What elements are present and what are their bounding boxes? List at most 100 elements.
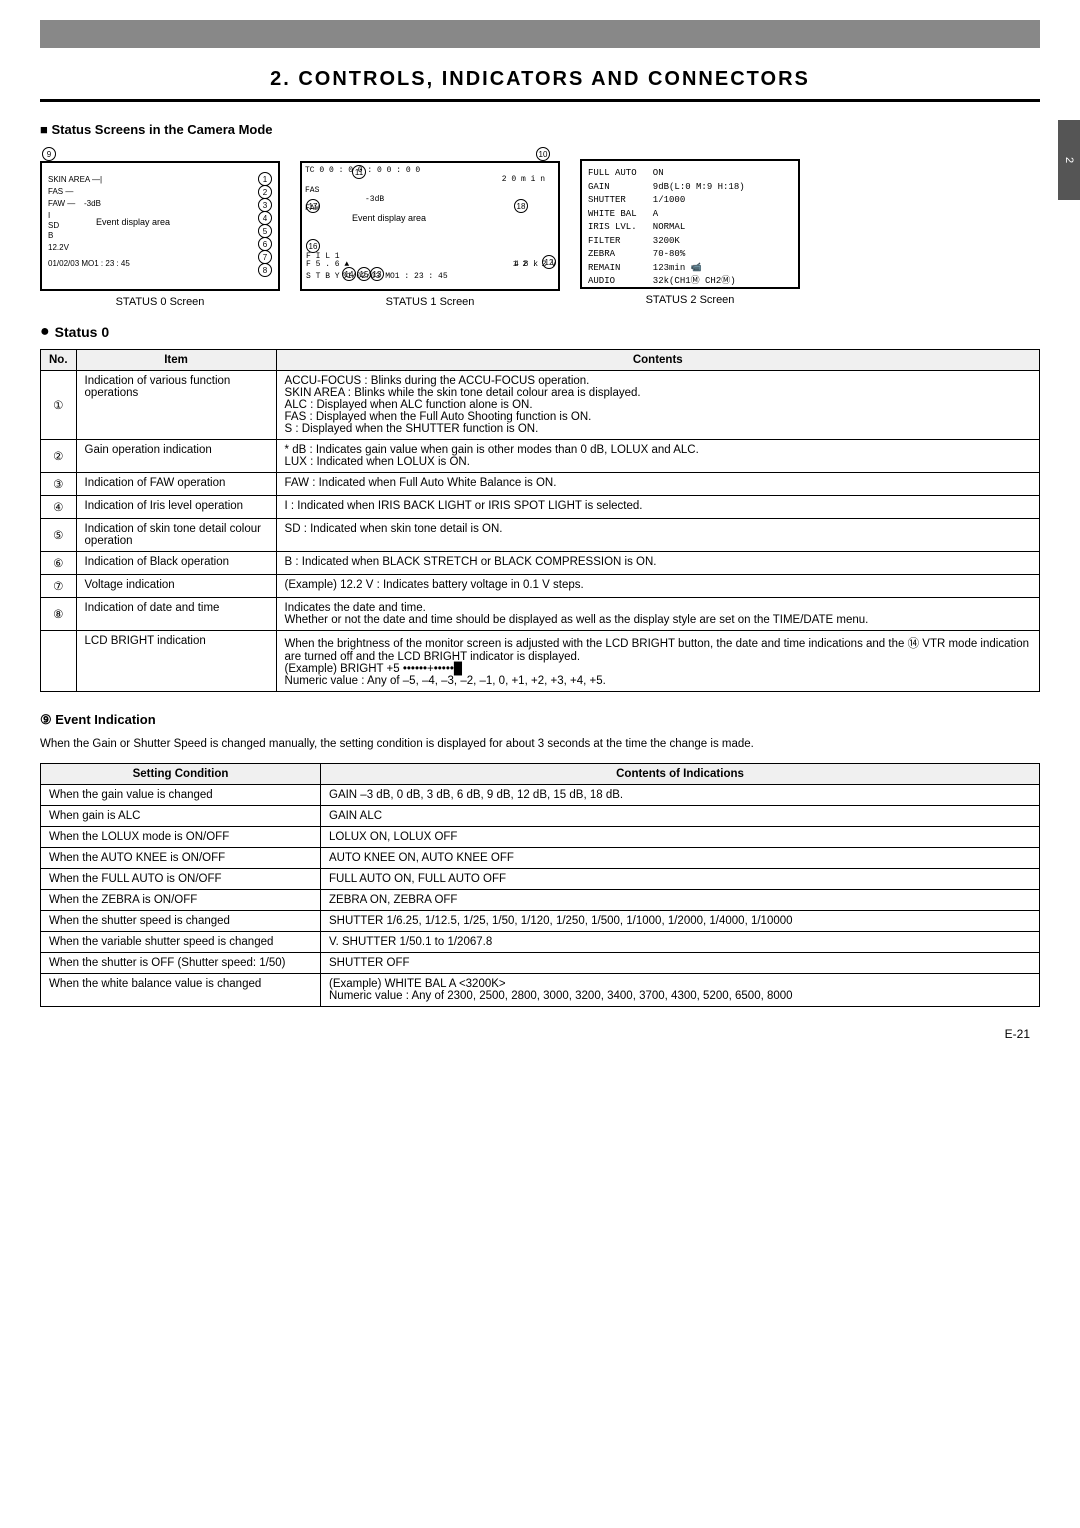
th-no: No.	[41, 350, 77, 371]
row-content: When the brightness of the monitor scree…	[276, 631, 1039, 692]
row-num: ⑧	[41, 598, 77, 631]
event-contents: SHUTTER OFF	[321, 953, 1040, 974]
status1-block: 10 TC 0 0 : 0 0 : 0 0 : 0 0 2 0 m i n FA…	[300, 147, 560, 308]
event-table-row: When the white balance value is changed(…	[41, 974, 1040, 1007]
table-row: LCD BRIGHT indicationWhen the brightness…	[41, 631, 1040, 692]
row-num: ③	[41, 473, 77, 496]
event-condition: When the gain value is changed	[41, 785, 321, 806]
status-table: No. Item Contents ①Indication of various…	[40, 349, 1040, 692]
circ5: 5	[258, 224, 272, 238]
circ13: 13	[370, 267, 384, 281]
datetime-s0: 01/02/03 MO1 : 23 : 45	[48, 259, 130, 268]
row-item: Gain operation indication	[76, 440, 276, 473]
row-item: Indication of Iris level operation	[76, 496, 276, 519]
event-condition: When gain is ALC	[41, 806, 321, 827]
event-condition: When the white balance value is changed	[41, 974, 321, 1007]
row-num: ⑤	[41, 519, 77, 552]
event-contents: LOLUX ON, LOLUX OFF	[321, 827, 1040, 848]
event-table: Setting Condition Contents of Indication…	[40, 763, 1040, 1007]
status2-screen: FULL AUTO ON GAIN 9dB(L:0 M:9 H:18) SHUT…	[580, 159, 800, 289]
chapter-title: 2. CONTROLS, INDICATORS AND CONNECTORS	[40, 68, 1040, 102]
event-description: When the Gain or Shutter Speed is change…	[40, 736, 1040, 753]
event-contents: FULL AUTO ON, FULL AUTO OFF	[321, 869, 1040, 890]
event-heading: ⑨ Event Indication	[40, 712, 1040, 728]
event-display-area-s0: Event display area	[96, 217, 170, 227]
row-content: ACCU-FOCUS : Blinks during the ACCU-FOCU…	[276, 371, 1039, 440]
camera-screens-wrapper: 9 SKIN AREA —| FAS — FAW — -3dB I SD B	[40, 147, 1040, 308]
event-condition: When the shutter speed is changed	[41, 911, 321, 932]
voltage-s0: 12.2V	[48, 243, 69, 252]
table-row: ①Indication of various function operatio…	[41, 371, 1040, 440]
event-contents: GAIN ALC	[321, 806, 1040, 827]
status1-screen: TC 0 0 : 0 0 : 0 0 : 0 0 2 0 m i n FAS -…	[300, 161, 560, 291]
status0-screen: SKIN AREA —| FAS — FAW — -3dB I SD B 12.…	[40, 161, 280, 291]
circ4: 4	[258, 211, 272, 225]
row-item: LCD BRIGHT indication	[76, 631, 276, 692]
circ15: 15	[357, 267, 371, 281]
circ2: 2	[258, 185, 272, 199]
bullet-status-heading: ● Status 0	[40, 323, 1040, 341]
event-condition: When the variable shutter speed is chang…	[41, 932, 321, 953]
row-item: Indication of date and time	[76, 598, 276, 631]
row-num: ①	[41, 371, 77, 440]
event-table-row: When the LOLUX mode is ON/OFFLOLUX ON, L…	[41, 827, 1040, 848]
table-row: ⑥Indication of Black operationB : Indica…	[41, 552, 1040, 575]
table-row: ②Gain operation indication* dB : Indicat…	[41, 440, 1040, 473]
event-condition: When the LOLUX mode is ON/OFF	[41, 827, 321, 848]
row-num	[41, 631, 77, 692]
event-table-row: When the shutter speed is changedSHUTTER…	[41, 911, 1040, 932]
circ12: 12	[542, 255, 556, 269]
db3-s0: -3dB	[84, 199, 101, 208]
top-decorative-bar	[40, 20, 1040, 48]
row-content: (Example) 12.2 V : Indicates battery vol…	[276, 575, 1039, 598]
row-num: ⑦	[41, 575, 77, 598]
fas-s1: FAS	[305, 186, 319, 195]
row-num: ④	[41, 496, 77, 519]
fas-label-s0: FAS —	[48, 187, 73, 196]
event-table-row: When gain is ALCGAIN ALC	[41, 806, 1040, 827]
event-table-row: When the AUTO KNEE is ON/OFFAUTO KNEE ON…	[41, 848, 1040, 869]
event-table-row: When the variable shutter speed is chang…	[41, 932, 1040, 953]
status-screens-title: Status Screens in the Camera Mode	[40, 122, 1040, 137]
event-condition: When the ZEBRA is ON/OFF	[41, 890, 321, 911]
row-content: Indicates the date and time.Whether or n…	[276, 598, 1039, 631]
event-condition: When the FULL AUTO is ON/OFF	[41, 869, 321, 890]
row-content: * dB : Indicates gain value when gain is…	[276, 440, 1039, 473]
circ7: 7	[258, 250, 272, 264]
row-item: Indication of skin tone detail colour op…	[76, 519, 276, 552]
i-label-s0: I	[48, 211, 50, 220]
b-label-s0: B	[48, 231, 53, 240]
row-num: ②	[41, 440, 77, 473]
status0-block: 9 SKIN AREA —| FAS — FAW — -3dB I SD B	[40, 147, 280, 308]
stby: S T B Y	[306, 272, 340, 281]
event-heading-text: ⑨ Event Indication	[40, 712, 156, 728]
row-content: FAW : Indicated when Full Auto White Bal…	[276, 473, 1039, 496]
table-row: ⑦Voltage indication(Example) 12.2 V : In…	[41, 575, 1040, 598]
circ14: 14	[342, 267, 356, 281]
event-th-condition: Setting Condition	[41, 764, 321, 785]
th-contents: Contents	[276, 350, 1039, 371]
circ3: 3	[258, 198, 272, 212]
event-table-row: When the shutter is OFF (Shutter speed: …	[41, 953, 1040, 974]
event-contents: GAIN –3 dB, 0 dB, 3 dB, 6 dB, 9 dB, 12 d…	[321, 785, 1040, 806]
circ6: 6	[258, 237, 272, 251]
annot-10: 10	[536, 147, 550, 161]
circ17: 17	[306, 199, 320, 213]
event-contents: (Example) WHITE BAL A <3200K>Numeric val…	[321, 974, 1040, 1007]
page-number: E-21	[40, 1027, 1040, 1041]
circ8: 8	[258, 263, 272, 277]
event-contents: ZEBRA ON, ZEBRA OFF	[321, 890, 1040, 911]
table-row: ⑧Indication of date and timeIndicates th…	[41, 598, 1040, 631]
row-item: Indication of various function operation…	[76, 371, 276, 440]
event-table-row: When the gain value is changedGAIN –3 dB…	[41, 785, 1040, 806]
circ18: 18	[514, 199, 528, 213]
status2-text: FULL AUTO ON GAIN 9dB(L:0 M:9 H:18) SHUT…	[582, 161, 798, 295]
th-item: Item	[76, 350, 276, 371]
event-contents: AUTO KNEE ON, AUTO KNEE OFF	[321, 848, 1040, 869]
row-item: Voltage indication	[76, 575, 276, 598]
event-display-area-s1: Event display area	[352, 213, 426, 223]
status1-label: STATUS 1 Screen	[386, 296, 475, 308]
row-num: ⑥	[41, 552, 77, 575]
circ16: 16	[306, 239, 320, 253]
circ1: 1	[258, 172, 272, 186]
